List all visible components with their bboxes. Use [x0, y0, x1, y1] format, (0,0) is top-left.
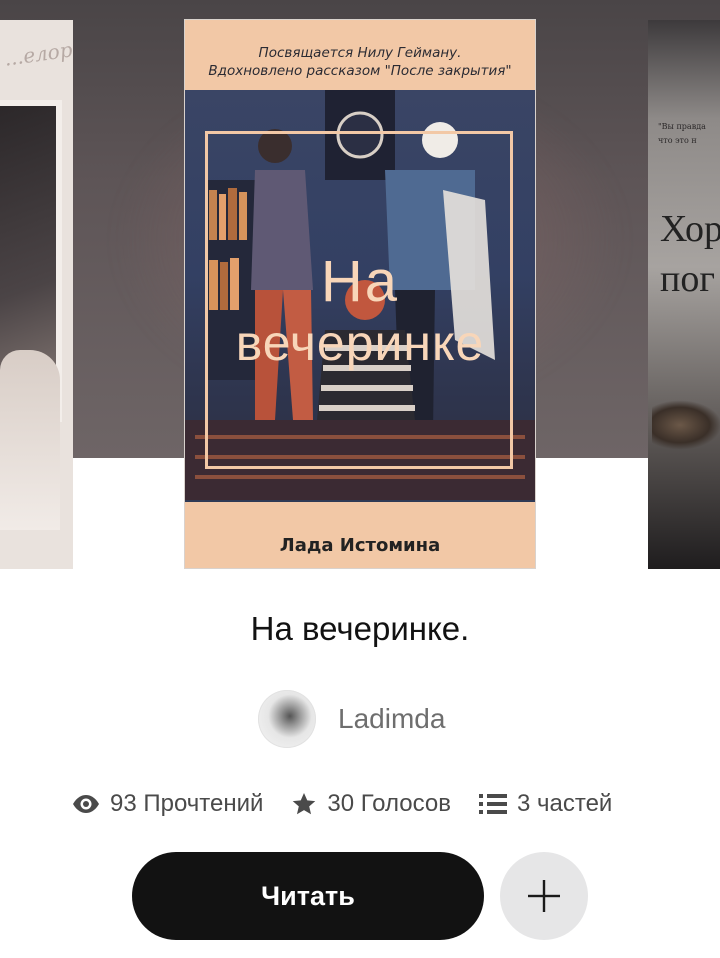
- next-cover-title-line: Хор: [660, 208, 720, 250]
- next-cover-quote-line: "Вы правда: [658, 122, 706, 131]
- next-cover-quote-line: что это н: [658, 136, 697, 145]
- reads-count: 93 Прочтений: [110, 790, 264, 817]
- list-icon: [478, 794, 507, 814]
- rug-pattern: [195, 475, 525, 479]
- previous-cover-script: ...елорь: [2, 35, 73, 71]
- star-icon: [293, 792, 316, 815]
- parts-stat: 3 частей: [478, 790, 613, 818]
- next-story-cover[interactable]: "Вы правда что это н Хор пог: [648, 20, 720, 569]
- story-title: На вечеринке.: [250, 610, 470, 647]
- next-cover-quote: "Вы правда что это н: [658, 120, 720, 148]
- dedication-line: Вдохновлено рассказом "После закрытия": [208, 63, 512, 79]
- cover-title-line2: вечеринке: [235, 315, 485, 371]
- next-cover-title: Хор пог: [660, 204, 720, 304]
- votes-stat: 30 Голосов: [291, 790, 451, 818]
- add-to-library-button[interactable]: [500, 852, 588, 940]
- avatar[interactable]: [258, 690, 316, 748]
- dedication-line: Посвящается Нилу Гейману.: [258, 45, 462, 61]
- cover-dedication: Посвящается Нилу Гейману. Вдохновлено ра…: [185, 44, 535, 80]
- parts-count: 3 частей: [516, 790, 613, 817]
- plus-icon: [528, 880, 560, 912]
- author-username[interactable]: Ladimda: [338, 703, 445, 735]
- previous-cover-figure: [0, 350, 60, 530]
- author-profile-link[interactable]: Ladimda: [258, 690, 445, 748]
- reads-stat: 93 Прочтений: [72, 790, 263, 818]
- cover-title-line1: На: [320, 249, 400, 314]
- story-cover[interactable]: Посвящается Нилу Гейману. Вдохновлено ра…: [185, 20, 535, 568]
- cover-author: Лада Истомина: [279, 535, 441, 556]
- read-button[interactable]: Читать: [132, 852, 484, 940]
- next-cover-title-line: пог: [660, 258, 715, 300]
- eye-icon: [73, 795, 99, 813]
- story-stats: 93 Прочтений 30 Голосов 3 частей: [72, 786, 612, 822]
- votes-count: 30 Голосов: [327, 790, 451, 817]
- moth-illustration: [652, 400, 720, 450]
- previous-story-cover[interactable]: ...елорь: [0, 20, 73, 569]
